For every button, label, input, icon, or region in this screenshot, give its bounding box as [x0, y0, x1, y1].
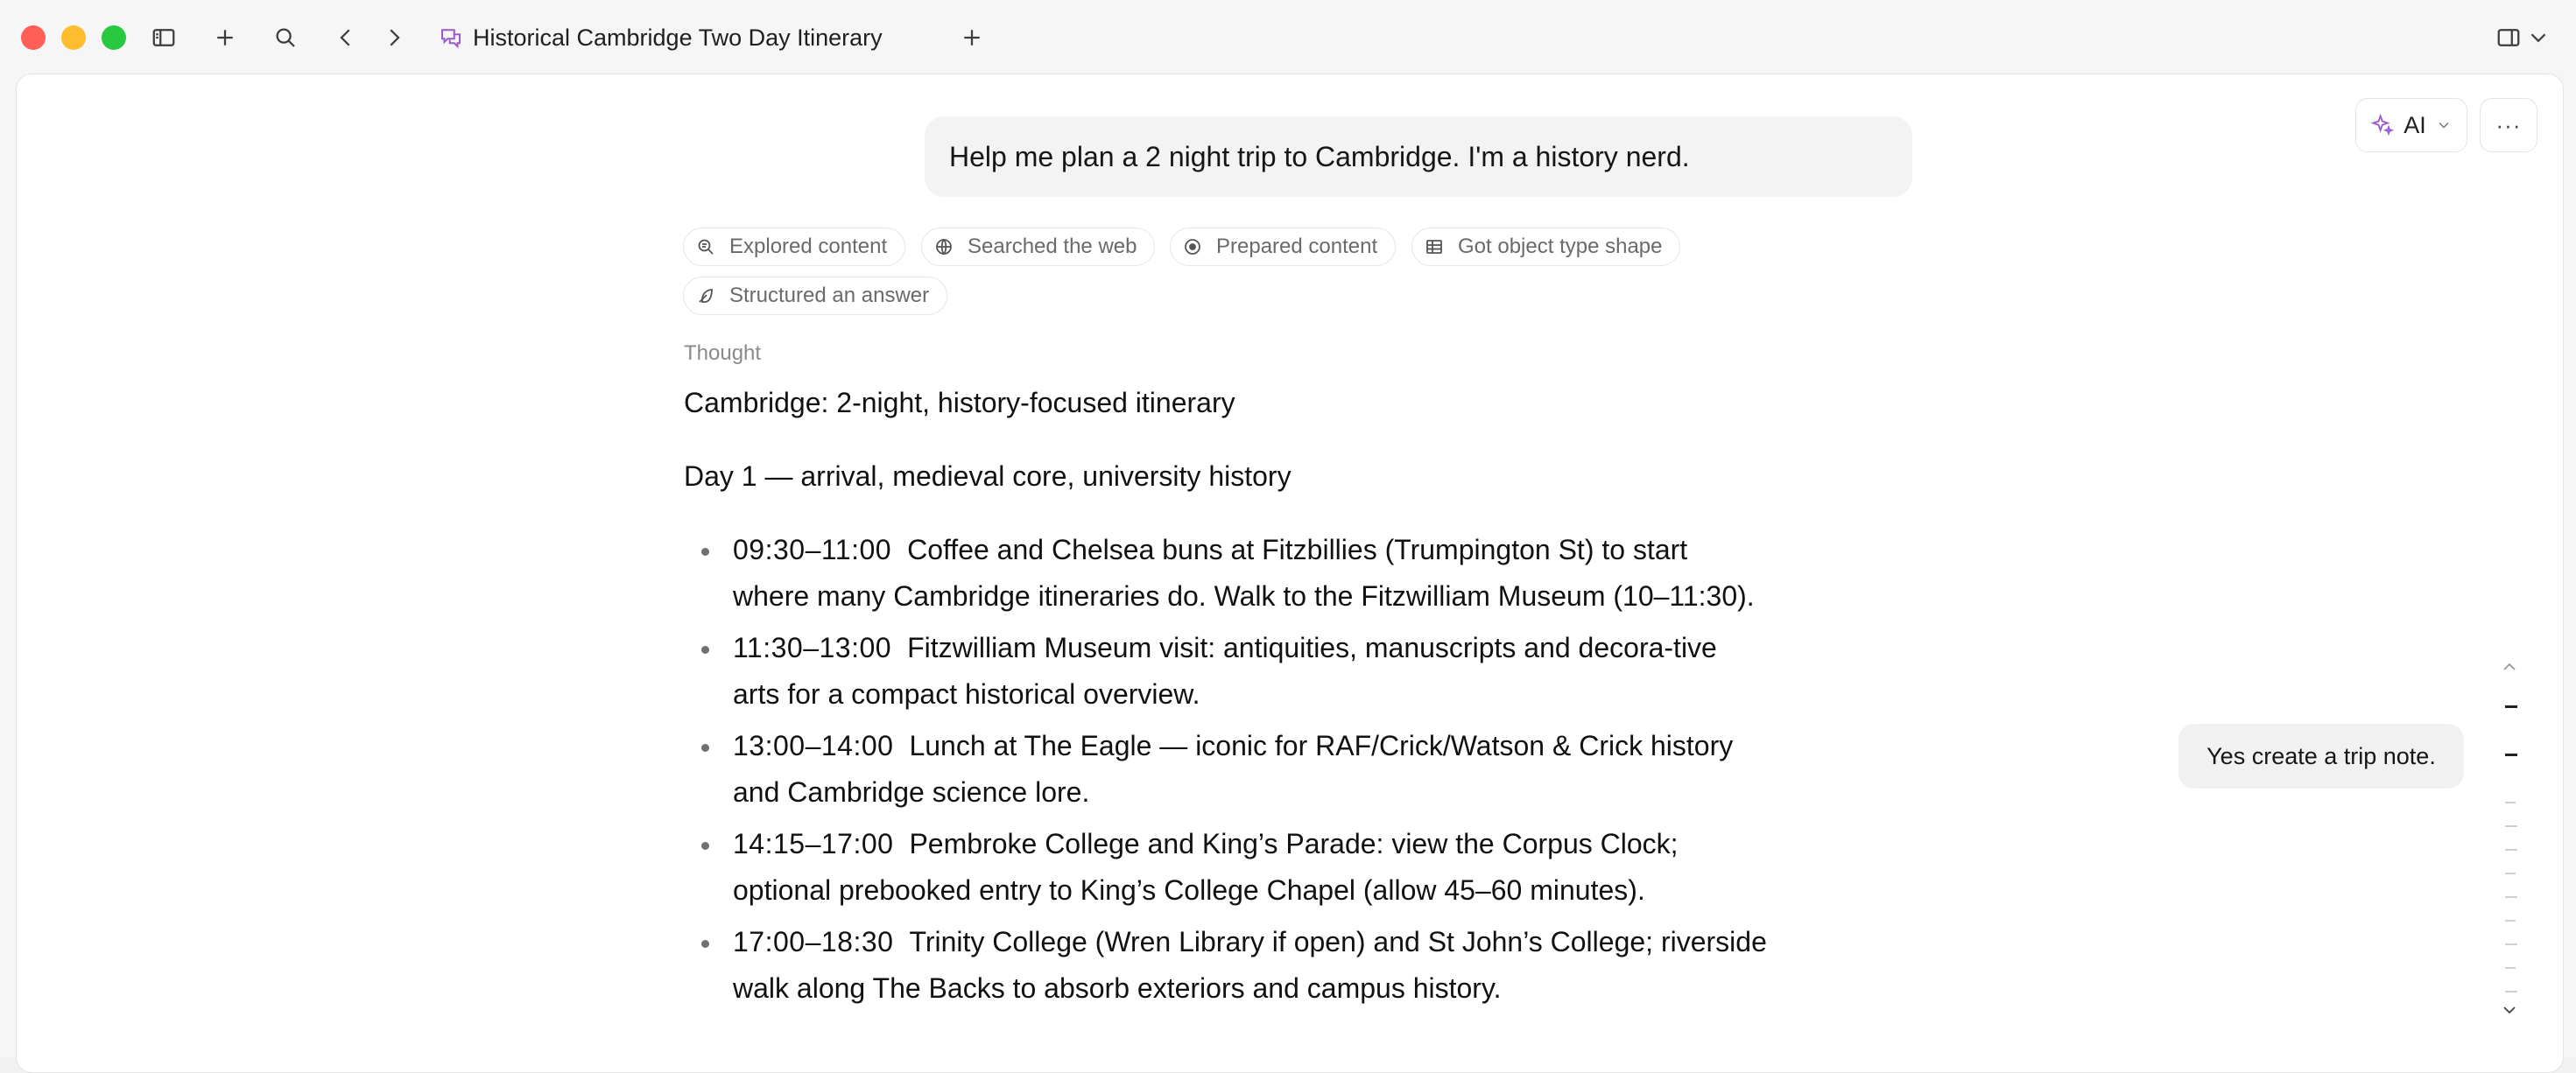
scroll-marker[interactable] — [2505, 873, 2516, 874]
zoom-window-button[interactable] — [102, 25, 126, 50]
scroll-marker[interactable] — [2505, 967, 2516, 969]
more-options-button[interactable]: ··· — [2480, 98, 2537, 152]
table-icon — [1423, 235, 1446, 258]
feather-icon — [694, 284, 717, 307]
step-chip-label: Searched the web — [968, 235, 1137, 258]
suggested-reply-bubble[interactable]: Yes create a trip note. — [2178, 724, 2464, 789]
message-scroll-nav[interactable] — [2494, 656, 2525, 1033]
scroll-marker[interactable] — [2505, 825, 2517, 827]
document-tab-title[interactable]: Historical Cambridge Two Day Itinerary — [473, 21, 883, 54]
search-doc-icon — [694, 235, 717, 258]
list-item: 14:15–17:00 Pembroke College and King’s P… — [684, 821, 1770, 913]
itinerary-heading: Cambridge: 2-night, history-focused itin… — [684, 387, 1235, 418]
globe-icon — [933, 235, 955, 258]
step-chip-prepared-content[interactable]: Prepared content — [1170, 228, 1397, 266]
ai-button-label: AI — [2404, 111, 2426, 138]
scroll-marker[interactable] — [2505, 896, 2517, 898]
list-item: 11:30–13:00 Fitzwilliam Museum visit: ant… — [684, 625, 1770, 717]
item-time: 17:00–18:30 — [733, 926, 894, 957]
scroll-marker[interactable] — [2505, 991, 2517, 992]
chevron-right-icon[interactable] — [376, 19, 412, 56]
scroll-marker[interactable] — [2505, 849, 2517, 851]
target-icon — [1181, 235, 1204, 258]
chevron-left-icon[interactable] — [327, 19, 364, 56]
scroll-marker-active[interactable] — [2505, 705, 2517, 708]
chevron-down-icon[interactable] — [2499, 999, 2520, 1020]
user-message-bubble: Help me plan a 2 night trip to Cambridge… — [925, 116, 1912, 197]
item-time: 09:30–11:00 — [733, 534, 892, 565]
new-page-plus-icon[interactable] — [207, 19, 243, 56]
chevron-down-icon — [2439, 122, 2449, 129]
ai-button[interactable]: AI — [2355, 98, 2467, 152]
scroll-marker[interactable] — [2505, 943, 2517, 945]
scroll-marker[interactable] — [2505, 920, 2516, 922]
scroll-marker-active[interactable] — [2505, 754, 2517, 756]
scroll-marker[interactable] — [2505, 802, 2516, 803]
minimize-window-button[interactable] — [61, 25, 86, 50]
chevron-up-icon[interactable] — [2499, 656, 2520, 677]
app-window: Historical Cambridge Two Day Itinerary A… — [0, 0, 2576, 1073]
new-tab-plus-icon[interactable] — [954, 19, 990, 56]
title-bar: Historical Cambridge Two Day Itinerary — [0, 0, 2576, 74]
day-title: Day 1 — arrival, medieval core, universi… — [684, 460, 1292, 492]
list-item: 13:00–14:00 Lunch at The Eagle — iconic f… — [684, 723, 1770, 815]
itinerary-list: 09:30–11:00 Coffee and Chelsea buns at Fi… — [684, 527, 1770, 1017]
step-chip-got-object-type-shape[interactable]: Got object type shape — [1411, 228, 1681, 266]
step-chip-label: Structured an answer — [729, 284, 930, 307]
list-item: 17:00–18:30 Trinity College (Wren Library… — [684, 919, 1770, 1011]
split-view-icon[interactable] — [2490, 19, 2527, 56]
list-item: 09:30–11:00 Coffee and Chelsea buns at Fi… — [684, 527, 1770, 619]
thought-label[interactable]: Thought — [684, 341, 761, 366]
search-icon[interactable] — [267, 19, 304, 56]
close-window-button[interactable] — [21, 25, 46, 50]
user-message-text: Help me plan a 2 night trip to Cambridge… — [949, 140, 1690, 172]
sidebar-toggle-icon[interactable] — [145, 19, 182, 56]
step-chip-label: Explored content — [729, 235, 888, 258]
chat-icon — [433, 19, 469, 56]
step-chip-label: Got object type shape — [1458, 235, 1663, 258]
sparkle-icon — [2370, 113, 2395, 137]
step-chip-explored-content[interactable]: Explored content — [683, 228, 906, 266]
item-time: 13:00–14:00 — [733, 730, 894, 761]
step-chip-searched-web[interactable]: Searched the web — [921, 228, 1156, 266]
item-time: 14:15–17:00 — [733, 828, 894, 859]
step-chip-label: Prepared content — [1216, 235, 1378, 258]
item-time: 11:30–13:00 — [733, 632, 892, 663]
step-chip-structured-answer[interactable]: Structured an answer — [683, 277, 948, 315]
chevron-down-icon[interactable] — [2525, 19, 2551, 56]
